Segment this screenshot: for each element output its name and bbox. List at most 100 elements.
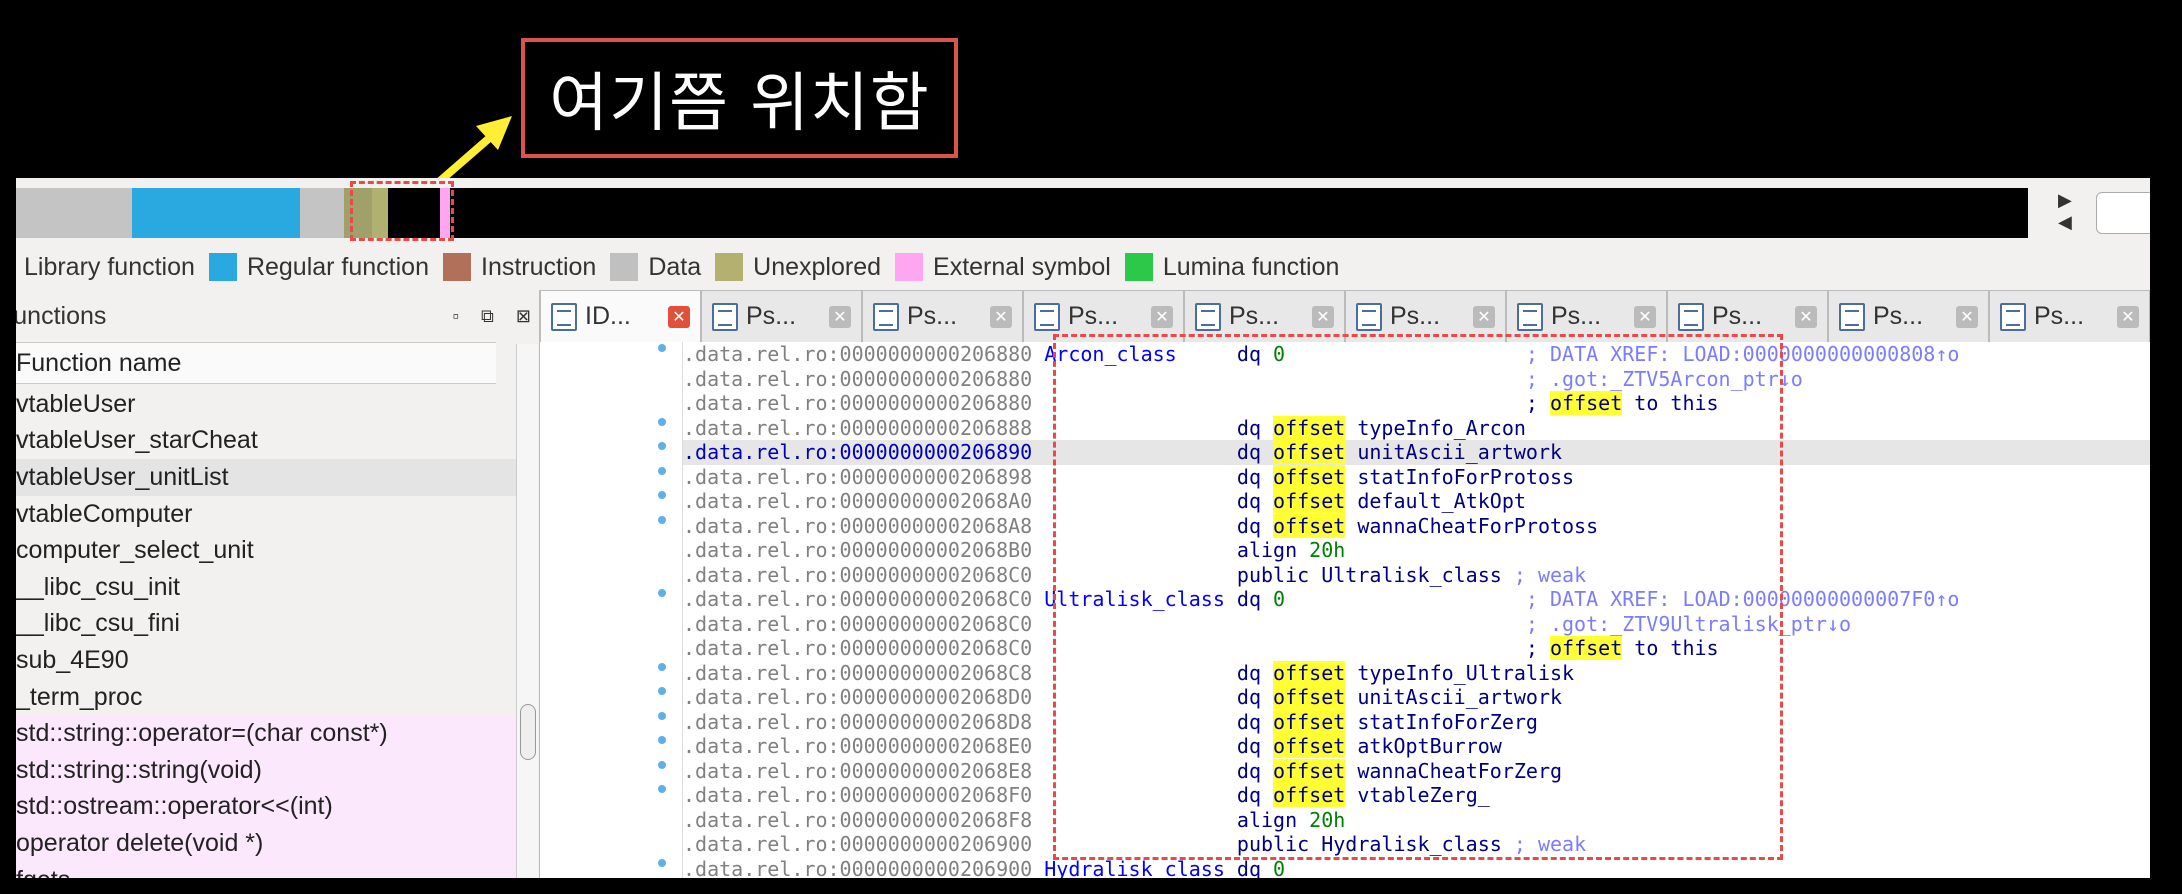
tab-close-icon[interactable]: ✕ xyxy=(1795,305,1817,328)
function-row[interactable]: std::ostream::operator<<(int) xyxy=(16,788,516,826)
function-row[interactable]: std::string::operator=(char const*) xyxy=(16,715,516,752)
disasm-address: .data.rel.ro:00000000002068C0 xyxy=(683,611,1033,636)
disasm-address: .data.rel.ro:00000000002068E0 xyxy=(683,734,1033,758)
pseudocode-view-icon xyxy=(1034,302,1060,331)
legend-label: Library function xyxy=(24,252,195,281)
tab[interactable]: Ps... ✕ xyxy=(862,290,1023,342)
function-row[interactable]: vtableUser_starCheat xyxy=(16,423,516,460)
disasm-address: .data.rel.ro:00000000002068A8 xyxy=(683,513,1033,538)
legend-label: Unexplored xyxy=(753,252,882,281)
function-name: __libc_csu_fini xyxy=(16,609,180,638)
legend-swatch xyxy=(1124,253,1153,281)
navband-highlight-box xyxy=(350,181,454,241)
navband-segment-regular xyxy=(132,188,300,238)
disasm-address: .data.rel.ro:0000000000206898 xyxy=(683,464,1033,489)
nav-right-arrow-icon[interactable]: ▶ xyxy=(2058,190,2072,211)
scrollbar-thumb[interactable] xyxy=(520,704,536,760)
function-row[interactable]: operator delete(void *) xyxy=(16,825,516,862)
disasm-address: .data.rel.ro:0000000000206880 xyxy=(683,342,1033,366)
function-row[interactable]: fgets xyxy=(16,861,516,878)
legend-item: Data xyxy=(610,253,701,282)
legend-item: Lumina function xyxy=(1124,252,1340,282)
tab-label: Ps... xyxy=(907,302,958,330)
breakpoint-dot-icon xyxy=(658,515,666,524)
breakpoint-dot-icon xyxy=(658,442,666,450)
function-name: vtableUser_unitList xyxy=(16,462,229,491)
function-name: _term_proc xyxy=(16,682,143,711)
function-row[interactable]: __libc_csu_init xyxy=(16,569,516,606)
breakpoint-dot-icon xyxy=(658,736,666,744)
tab-label: Ps... xyxy=(1873,302,1924,330)
tab[interactable]: Ps... ✕ xyxy=(1828,290,1989,342)
tab[interactable]: Ps... ✕ xyxy=(1989,290,2150,342)
disasm-address: .data.rel.ro:0000000000206900 xyxy=(683,856,1033,879)
navband-segment-data2 xyxy=(300,188,344,238)
breakpoint-dot-icon xyxy=(658,785,666,793)
disasm-address: .data.rel.ro:0000000000206888 xyxy=(683,415,1033,440)
tab[interactable]: ID... ✕ xyxy=(540,290,701,342)
function-row[interactable]: computer_select_unit xyxy=(16,532,516,569)
function-row[interactable]: vtableComputer xyxy=(16,496,516,533)
arrow-gutter xyxy=(540,342,682,878)
functions-panel: Functions ▫ ⧉ ⊠ Function name vtableUser… xyxy=(16,290,540,878)
tab-close-icon[interactable]: ✕ xyxy=(990,305,1012,328)
function-row[interactable]: vtableUser_unitList xyxy=(16,459,516,496)
function-name: std::ostream::operator<<(int) xyxy=(16,792,333,821)
legend-item: Library function xyxy=(24,253,195,282)
legend-item: Instruction xyxy=(443,253,596,282)
tab-label: Ps... xyxy=(1712,302,1763,330)
function-row[interactable]: vtableUser xyxy=(16,386,516,423)
function-row[interactable]: __libc_csu_fini xyxy=(16,606,516,643)
function-list: vtableUser vtableUser_starCheat vtableUser… xyxy=(16,386,516,878)
function-list-scrollbar[interactable] xyxy=(516,344,538,878)
function-row[interactable]: std::string::string(void) xyxy=(16,751,516,789)
legend-label: Regular function xyxy=(246,252,429,281)
function-name-column-header[interactable]: Function name xyxy=(16,342,496,384)
tab-close-icon[interactable]: ✕ xyxy=(2117,305,2139,328)
disasm-address: .data.rel.ro:00000000002068C0 xyxy=(683,587,1033,611)
breakpoint-dot-icon xyxy=(658,417,666,426)
tab-close-icon[interactable]: ✕ xyxy=(1473,305,1495,328)
functions-title: Functions xyxy=(16,301,107,330)
disasm-address: .data.rel.ro:0000000000206900 xyxy=(683,832,1033,856)
close-icon[interactable]: ⊠ xyxy=(516,306,531,327)
disasm-address: .data.rel.ro:0000000000206880 xyxy=(683,391,1033,415)
function-row[interactable]: sub_4E90 xyxy=(16,642,516,679)
legend-item: External symbol xyxy=(895,253,1111,282)
breakpoint-dot-icon xyxy=(658,589,666,597)
disasm-address: .data.rel.ro:00000000002068D8 xyxy=(683,709,1033,734)
maximize-icon[interactable]: ▫ xyxy=(453,306,459,327)
tab-label: Ps... xyxy=(1390,302,1441,330)
pseudocode-view-icon xyxy=(1195,302,1221,331)
breakpoint-dot-icon xyxy=(658,466,666,475)
float-icon[interactable]: ⧉ xyxy=(481,306,494,327)
column-header-label: Function name xyxy=(16,348,182,377)
nav-left-arrow-icon[interactable]: ◀ xyxy=(2058,212,2072,233)
tab-close-icon[interactable]: ✕ xyxy=(1312,305,1334,328)
pseudocode-view-icon xyxy=(1839,302,1865,331)
tab[interactable]: Ps... ✕ xyxy=(701,290,862,342)
function-row[interactable]: _term_proc xyxy=(16,679,516,716)
tab-close-icon[interactable]: ✕ xyxy=(1151,305,1173,328)
legend-label: Instruction xyxy=(481,252,597,281)
breakpoint-dot-icon xyxy=(658,491,666,499)
disasm-address: .data.rel.ro:00000000002068F8 xyxy=(683,807,1033,832)
function-name: std::string::string(void) xyxy=(16,755,262,784)
tab-close-icon[interactable]: ✕ xyxy=(829,305,851,328)
disasm-address: .data.rel.ro:00000000002068B0 xyxy=(683,538,1033,562)
disasm-address: .data.rel.ro:00000000002068F0 xyxy=(683,783,1033,807)
tab-close-icon[interactable]: ✕ xyxy=(1956,305,1978,328)
nav-combo-box[interactable] xyxy=(2096,192,2150,234)
tab-close-icon[interactable]: ✕ xyxy=(668,305,690,328)
breakpoint-dot-icon xyxy=(658,662,666,671)
navband-segment-data xyxy=(16,188,132,238)
tab-label: Ps... xyxy=(1551,302,1602,330)
function-name: vtableUser_starCheat xyxy=(16,426,258,455)
breakpoint-dot-icon xyxy=(658,687,666,695)
navigation-band[interactable] xyxy=(16,188,2028,238)
legend: Library function Regular function Instruct… xyxy=(16,246,1353,288)
legend-label: Lumina function xyxy=(1162,252,1340,281)
breakpoint-dot-icon xyxy=(658,344,666,352)
tab-label: ID... xyxy=(585,302,631,330)
tab-close-icon[interactable]: ✕ xyxy=(1634,305,1656,328)
